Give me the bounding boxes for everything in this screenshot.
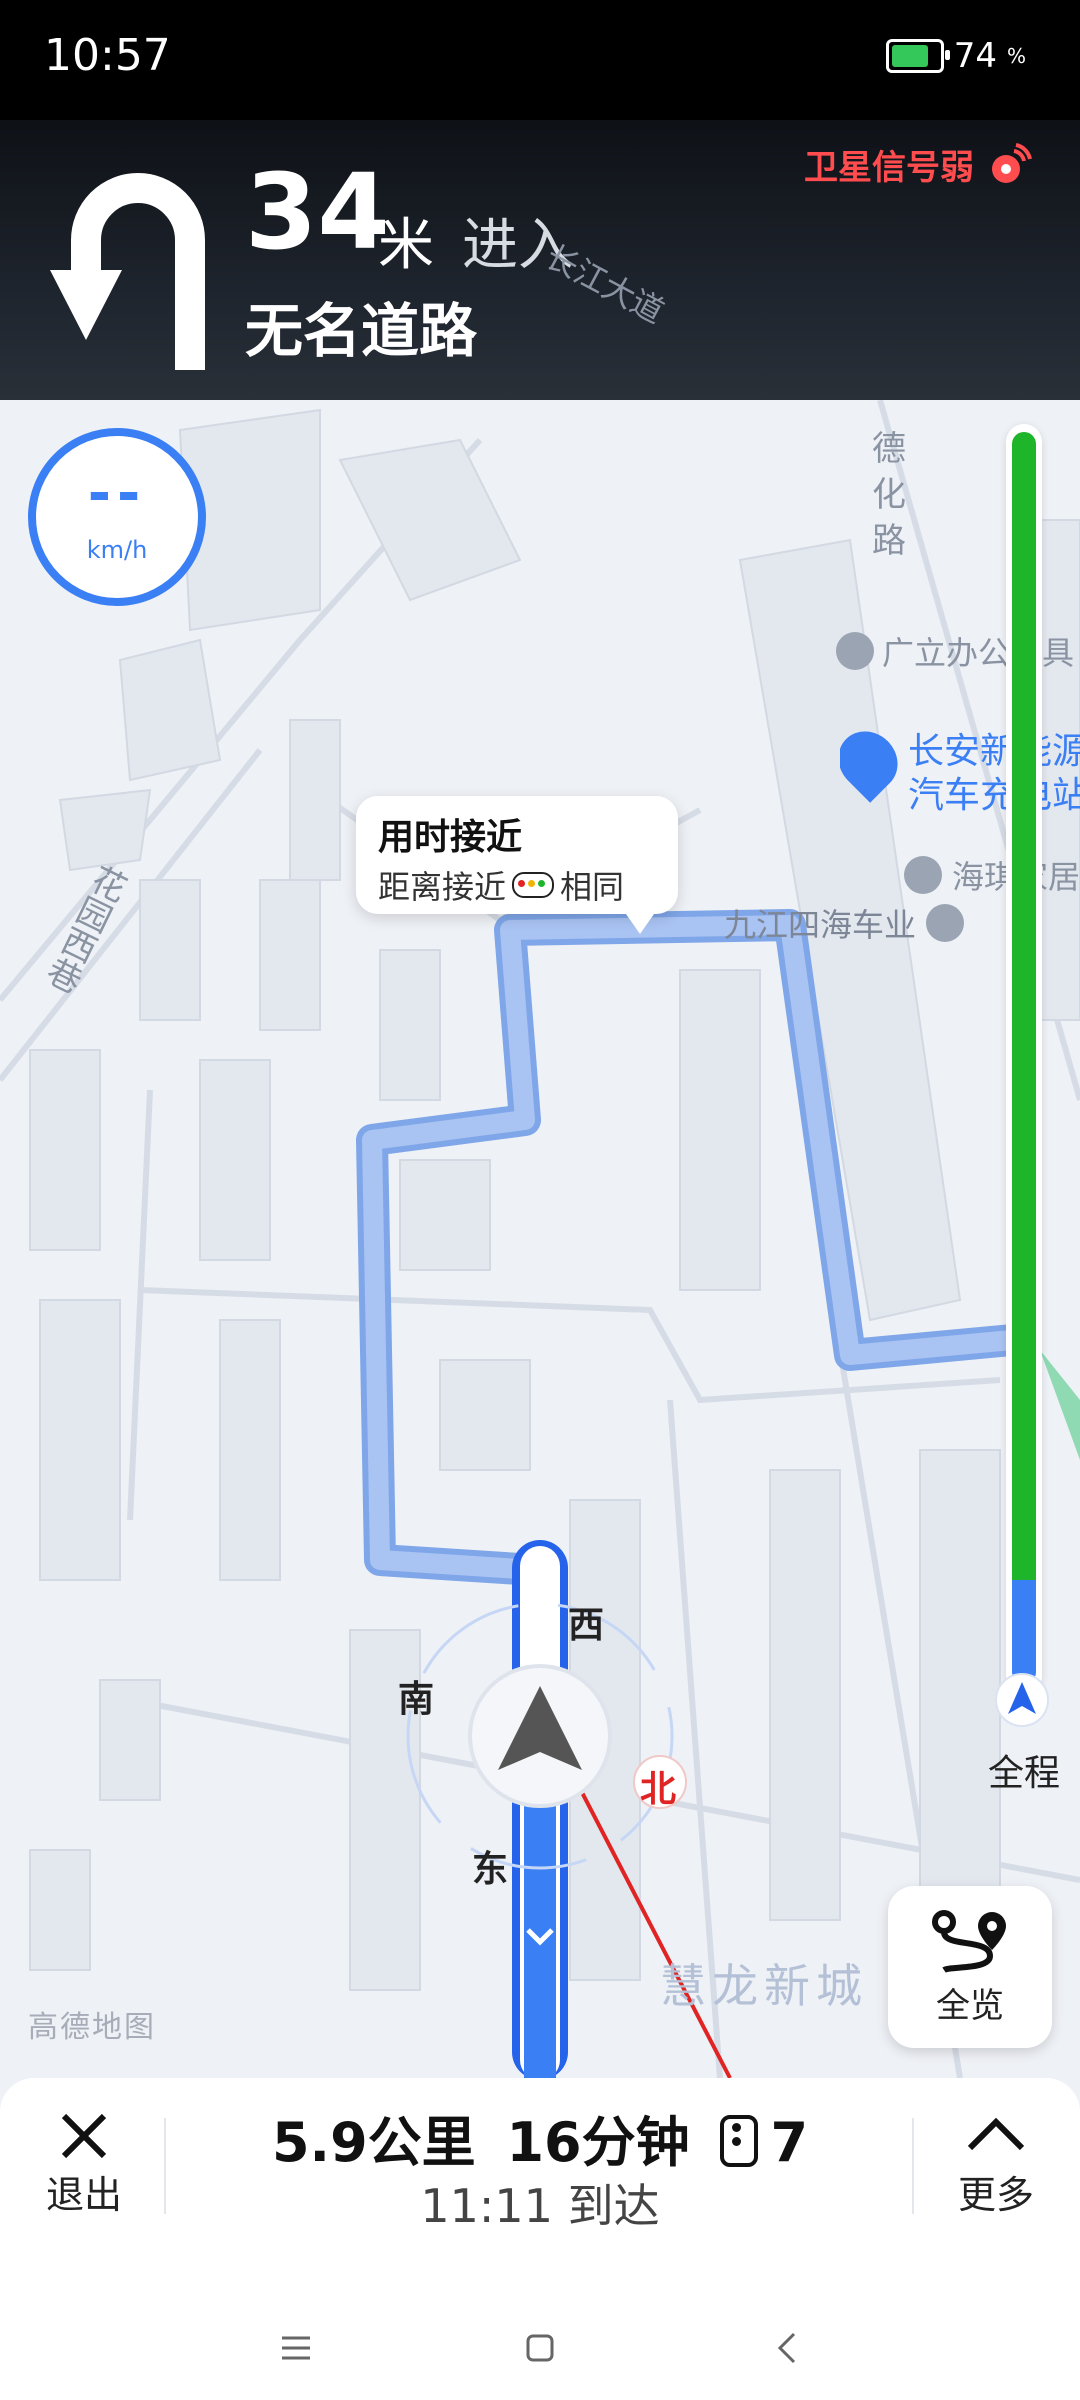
poi-charging-station[interactable]: 长安新能源 汽车充电站 (840, 730, 1080, 818)
poi-guangli[interactable]: 广立办公家具 (836, 628, 1080, 674)
map-logo: 高德地图 (28, 2010, 156, 2045)
satellite-icon (992, 142, 1032, 183)
next-road-name: 无名道路 (245, 297, 478, 365)
remaining-duration: 16分钟 (506, 2111, 690, 2174)
system-navigation-bar (0, 2290, 1080, 2400)
gps-warning-text: 卫星信号弱 (804, 148, 974, 188)
more-label: 更多 (957, 2173, 1034, 2217)
turn-distance: 34 (245, 151, 390, 273)
arrival-info: 11:11 到达 (0, 2170, 1080, 2236)
route-overview-icon (932, 1910, 1006, 1973)
current-position-icon (995, 1673, 1049, 1727)
trip-summary[interactable]: 5.9公里 16分钟 7 (0, 2098, 1080, 2177)
arrival-label: 到达 (567, 2179, 660, 2233)
bubble-title: 用时接近 (378, 817, 523, 858)
progress-completed (1012, 1580, 1036, 1684)
bubble-subtitle: 距离接近 相同 (378, 868, 625, 906)
chevron-up-icon (967, 2117, 1025, 2151)
poi-haiqi[interactable]: 海琪家居 (904, 852, 1080, 898)
progress-remaining (1012, 432, 1036, 1580)
speed-indicator: -- km/h (28, 428, 206, 606)
arrival-time: 11:11 (420, 2179, 553, 2233)
status-bar: 10:57 74% (0, 0, 1080, 120)
distance-unit: 米 (378, 213, 434, 278)
more-button[interactable]: 更多 (936, 2108, 1056, 2228)
home-icon[interactable] (520, 2328, 560, 2368)
overview-button[interactable]: 全览 (888, 1886, 1052, 2048)
map-canvas[interactable]: 德化路 长江大道 花园西巷 广立办公家具 长安新能源 汽车充电站 海琪家居 九江… (0, 237, 1080, 2080)
battery-icon (885, 39, 950, 73)
compass-west: 西 (568, 1605, 605, 1646)
remaining-distance: 5.9公里 (271, 2111, 476, 2174)
traffic-light-icon (512, 872, 555, 898)
map-label-dehua-road: 德化路 (872, 429, 906, 561)
divider-right (912, 2118, 914, 2214)
poi-jiujiang[interactable]: 九江四海车业 (724, 900, 965, 946)
turn-guidance-banner[interactable]: 34 米 进入 无名道路 卫星信号弱 (0, 120, 1080, 400)
menu-icon[interactable] (276, 2328, 316, 2368)
full-route-label[interactable]: 全程 (988, 1744, 1060, 1796)
poi-pin-icon (926, 904, 965, 942)
status-time: 10:57 (44, 30, 171, 81)
route-compare-bubble[interactable]: 用时接近 距离接近 相同 (356, 796, 678, 934)
map-label-huilong: 慧龙新城 (660, 1959, 868, 2013)
battery-level: 74 (953, 36, 997, 76)
speed-unit: km/h (86, 536, 148, 564)
gps-weak-warning: 卫星信号弱 (804, 140, 1032, 189)
poi-pin-icon (836, 632, 874, 670)
back-icon[interactable] (768, 2328, 808, 2368)
charging-pin-icon (840, 730, 910, 803)
traffic-light-icon (720, 2115, 759, 2167)
route-progress-bar[interactable] (1006, 424, 1042, 1694)
compass-east: 东 (472, 1849, 509, 1890)
battery-indicator: 74% (885, 36, 1026, 76)
speed-value: -- (87, 461, 147, 526)
compass-north: 北 (640, 1769, 677, 1810)
poi-pin-icon (904, 856, 942, 894)
compass-south: 南 (398, 1679, 435, 1720)
traffic-light-count: 7 (770, 2111, 809, 2174)
overview-label: 全览 (936, 1986, 1004, 2026)
u-turn-icon (50, 173, 205, 370)
